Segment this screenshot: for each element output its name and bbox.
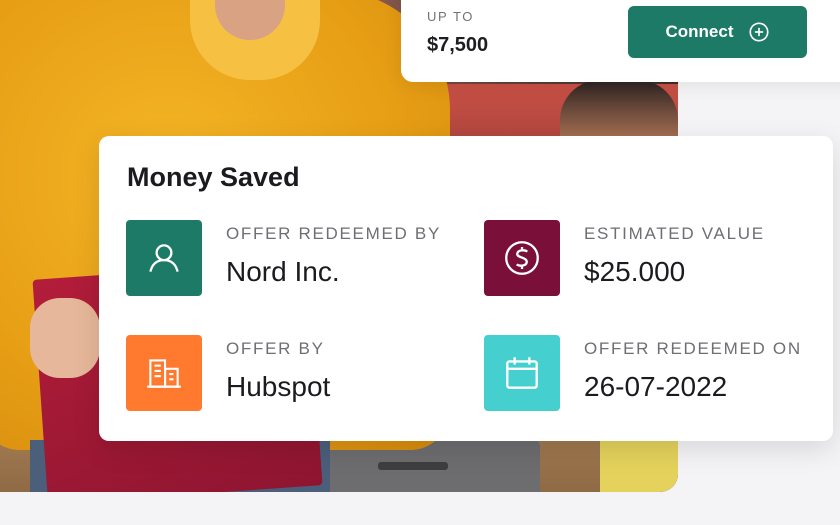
money-saved-card: Money Saved OFFER REDEEMED BY Nord Inc. … xyxy=(99,136,833,441)
redeemed-by-value: Nord Inc. xyxy=(226,256,340,287)
connect-button-label: Connect xyxy=(665,22,734,41)
user-icon xyxy=(149,244,179,272)
estimated-value-value: $25.000 xyxy=(584,256,686,287)
redeemed-by-label: OFFER REDEEMED BY xyxy=(226,224,441,243)
redeemed-by-tile xyxy=(126,220,202,296)
dollar-icon xyxy=(505,241,539,275)
redeemed-on-label: OFFER REDEEMED ON xyxy=(584,339,802,358)
card-title: Money Saved xyxy=(127,162,300,192)
calendar-icon xyxy=(506,357,538,389)
offer-by-label: OFFER BY xyxy=(226,339,325,358)
plus-circle-icon xyxy=(748,22,769,42)
offer-card: UP TO $7,500 Connect xyxy=(401,0,840,82)
estimated-value-tile xyxy=(484,220,560,296)
estimated-value-label: ESTIMATED VALUE xyxy=(584,224,765,243)
offer-by-tile xyxy=(126,335,202,411)
upto-value: $7,500 xyxy=(427,34,489,56)
redeemed-on-value: 26-07-2022 xyxy=(584,371,728,402)
connect-button[interactable]: Connect xyxy=(628,6,807,58)
upto-label: UP TO xyxy=(427,9,475,24)
redeemed-on-tile xyxy=(484,335,560,411)
offer-by-value: Hubspot xyxy=(226,371,331,402)
building-icon xyxy=(147,359,181,388)
